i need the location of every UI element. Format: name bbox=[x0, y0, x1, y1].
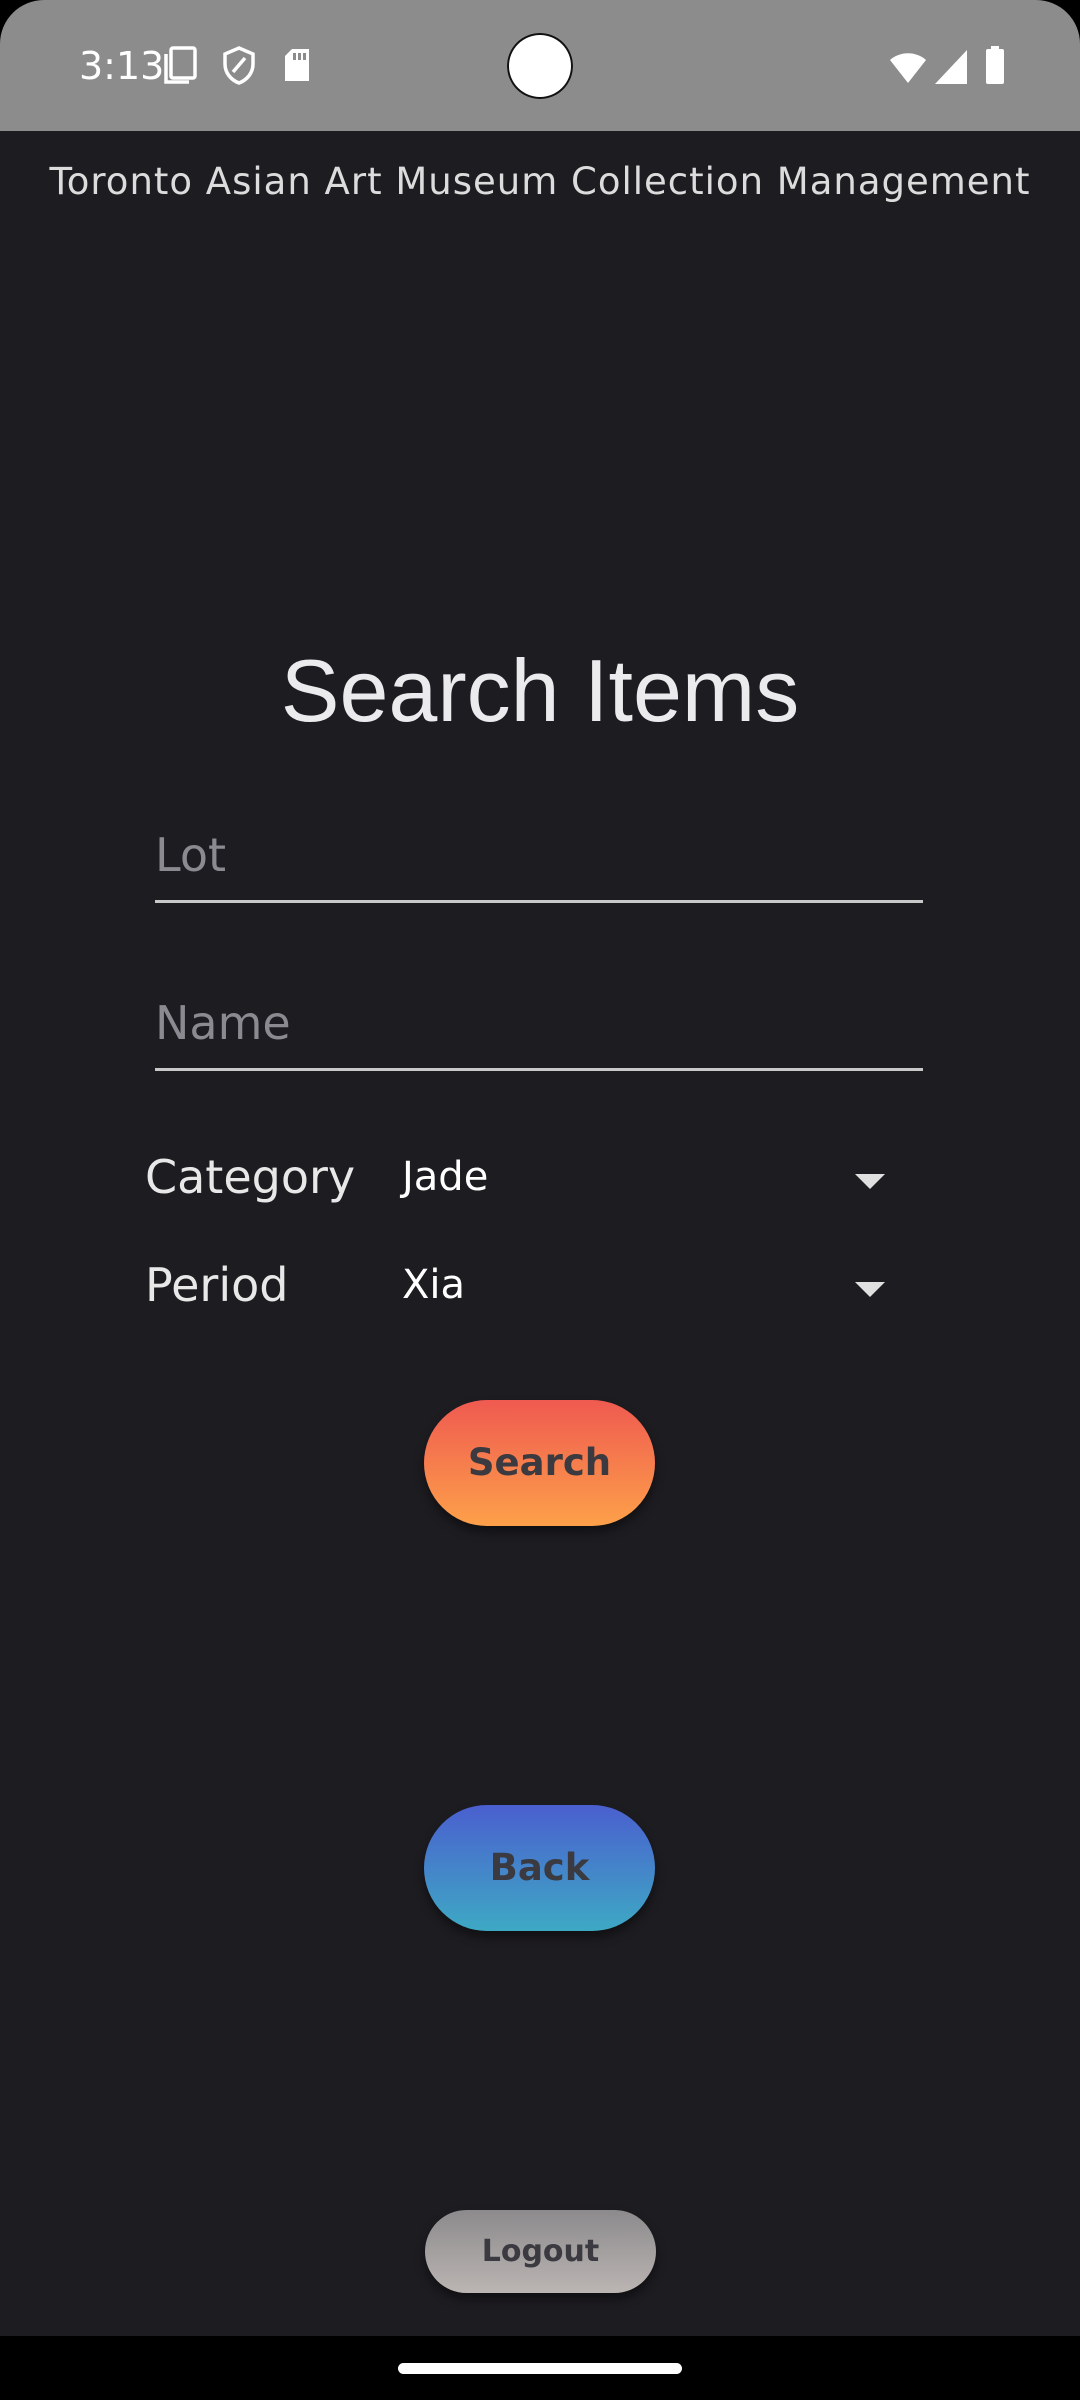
category-dropdown[interactable]: Jade bbox=[400, 1148, 900, 1218]
camera-cutout bbox=[507, 33, 573, 99]
dropdown-arrow-icon bbox=[855, 1282, 885, 1297]
shield-icon bbox=[223, 46, 255, 85]
home-indicator[interactable] bbox=[398, 2363, 682, 2374]
logout-button[interactable]: Logout bbox=[425, 2210, 656, 2293]
name-input[interactable] bbox=[155, 978, 923, 1068]
period-selected-value: Xia bbox=[402, 1262, 466, 1308]
battery-icon bbox=[986, 46, 1004, 84]
dropdown-arrow-icon bbox=[855, 1174, 885, 1189]
search-button[interactable]: Search bbox=[424, 1400, 655, 1526]
app-title: Toronto Asian Art Museum Collection Mana… bbox=[49, 160, 1031, 203]
lot-field[interactable] bbox=[155, 810, 923, 903]
sd-card-icon bbox=[285, 49, 309, 81]
status-bar: 3:13 bbox=[0, 0, 1080, 131]
period-dropdown[interactable]: Xia bbox=[400, 1256, 900, 1326]
screen-icon bbox=[164, 46, 197, 84]
period-label: Period bbox=[145, 1258, 289, 1312]
signal-icon bbox=[935, 50, 967, 84]
category-selected-value: Jade bbox=[402, 1154, 489, 1200]
navigation-bar bbox=[0, 2336, 1080, 2400]
back-button[interactable]: Back bbox=[424, 1805, 655, 1931]
category-label: Category bbox=[145, 1150, 356, 1204]
lot-input[interactable] bbox=[155, 810, 923, 900]
app-screen: 3:13 Toronto Asian Art Museum Collection… bbox=[0, 0, 1080, 2400]
wifi-icon bbox=[890, 53, 926, 83]
status-time: 3:13 bbox=[79, 44, 165, 88]
page-title: Search Items bbox=[280, 641, 800, 740]
name-field[interactable] bbox=[155, 978, 923, 1071]
